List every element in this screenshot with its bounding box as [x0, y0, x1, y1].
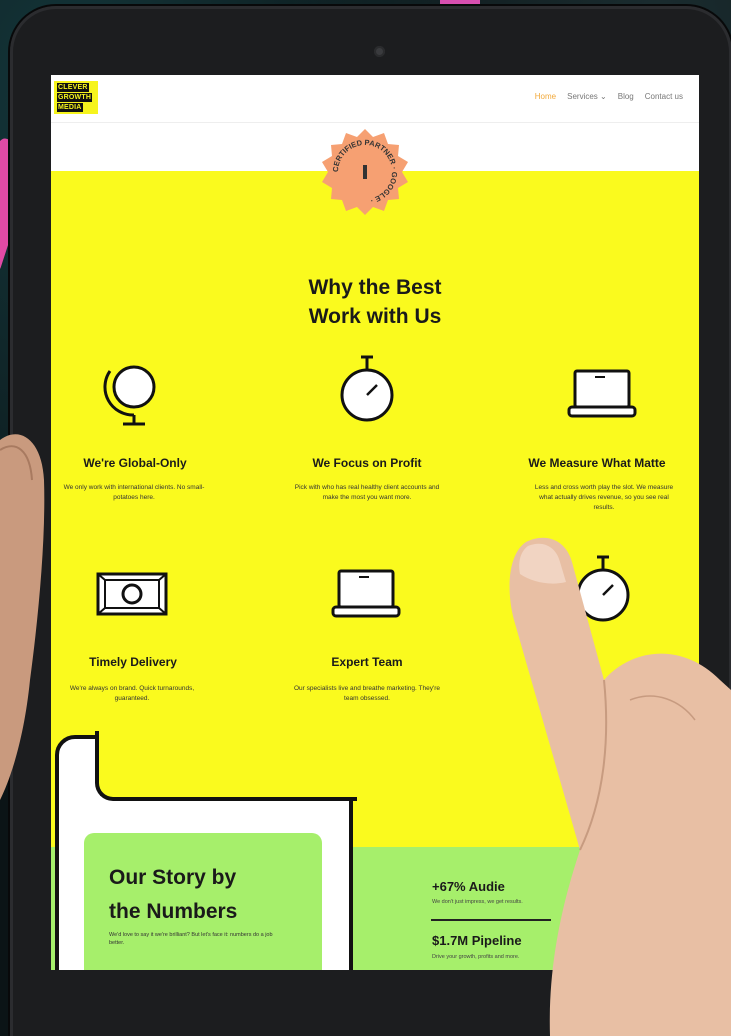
feature-title: Timely Delivery	[89, 655, 177, 669]
globe-icon	[103, 365, 156, 426]
logo-line: CLEVER	[57, 83, 89, 92]
left-hand	[0, 434, 45, 800]
cash-icon	[96, 572, 168, 616]
headline-line: Work with Us	[308, 305, 442, 328]
feature-title: We're Global-Only	[83, 456, 187, 470]
story-title-line: the Numbers	[109, 900, 238, 923]
story-title-line: Our Story by	[109, 866, 237, 889]
site-nav: Home Services ⌄ Blog Contact us	[535, 92, 683, 101]
right-hand-pointing	[509, 537, 731, 1036]
feature-title: We Measure What Matte	[528, 456, 666, 470]
certified-badge-icon: CERTIFIED PARTNER · GOOGLE ·	[322, 129, 408, 215]
nav-contact[interactable]: Contact us	[645, 92, 683, 101]
feature-title: We Focus on Profit	[312, 456, 422, 470]
laptop-icon	[567, 369, 637, 418]
feature-desc: Pick with who has real healthy client ac…	[294, 484, 440, 501]
story-frame-notch	[95, 731, 357, 801]
logo-line: MEDIA	[57, 103, 83, 112]
features-headline: Why the Best Work with Us	[51, 273, 699, 331]
laptop-icon	[331, 569, 401, 618]
feature-desc: We're always on brand. Quick turnarounds…	[69, 685, 195, 702]
story-title: Our Story by the Numbers	[109, 861, 299, 929]
nav-home[interactable]: Home	[535, 92, 556, 101]
headline-line: Why the Best	[308, 276, 442, 299]
feature-desc: Our specialists live and breathe marketi…	[294, 685, 440, 702]
stopwatch-icon	[340, 355, 394, 422]
camera-icon	[374, 46, 385, 57]
feature-desc: We only work with international clients.…	[63, 484, 205, 501]
story-subtitle: We'd love to say it we're brilliant? But…	[109, 932, 273, 946]
site-header: CLEVER GROWTH MEDIA Home Services ⌄ Blog…	[51, 75, 699, 123]
nav-services[interactable]: Services ⌄	[567, 92, 607, 101]
feature-title: Expert Team	[331, 655, 403, 669]
site-logo[interactable]: CLEVER GROWTH MEDIA	[54, 81, 98, 114]
logo-line: GROWTH	[57, 93, 93, 102]
nav-blog[interactable]: Blog	[618, 92, 634, 101]
feature-desc: Less and cross worth play the slot. We m…	[534, 484, 674, 511]
